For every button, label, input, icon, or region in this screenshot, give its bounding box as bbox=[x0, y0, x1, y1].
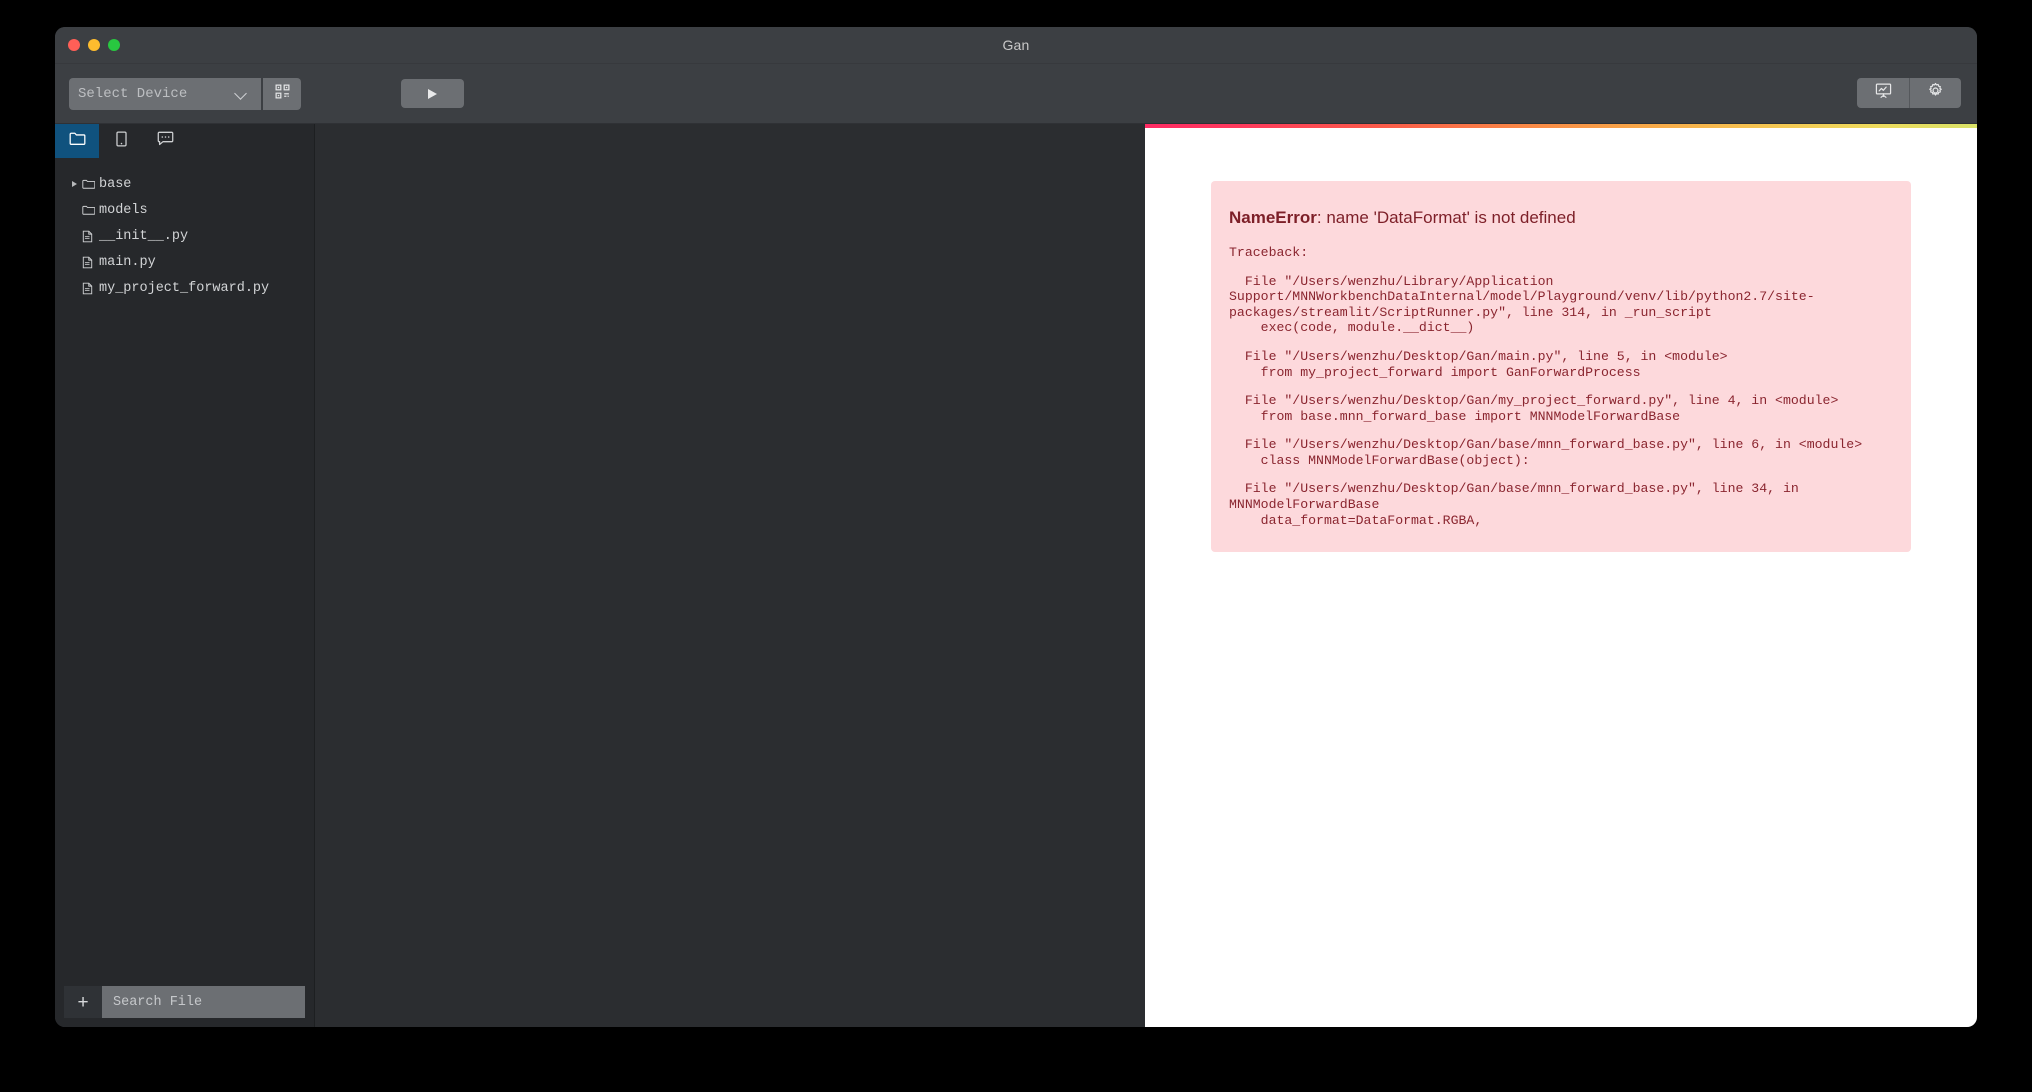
settings-button[interactable] bbox=[1909, 78, 1961, 108]
chevron-right-icon[interactable] bbox=[66, 181, 82, 187]
search-file-input[interactable] bbox=[102, 986, 305, 1018]
device-select[interactable]: Select Device bbox=[69, 77, 261, 110]
sidebar-tabs bbox=[55, 124, 314, 158]
tree-item-label: models bbox=[99, 202, 148, 218]
error-message: name 'DataFormat' is not defined bbox=[1326, 208, 1576, 227]
sidebar-item-messages[interactable] bbox=[143, 124, 187, 158]
sidebar-bottom-bar: + bbox=[55, 986, 314, 1018]
tree-item-my-project-forward-py[interactable]: my_project_forward.py bbox=[55, 275, 314, 301]
preview-content: NameError: name 'DataFormat' is not defi… bbox=[1145, 128, 1977, 553]
preview-pane: NameError: name 'DataFormat' is not defi… bbox=[1145, 124, 1977, 1027]
traceback-frame: File "/Users/wenzhu/Desktop/Gan/my_proje… bbox=[1244, 393, 1839, 424]
error-type: NameError bbox=[1229, 208, 1317, 227]
tree-item-models[interactable]: models bbox=[55, 197, 314, 223]
device-select-label: Select Device bbox=[78, 85, 188, 102]
sidebar: base models __init__.py main.py my_proje… bbox=[55, 124, 315, 1027]
traceback-frame: File "/Users/wenzhu/Library/Application … bbox=[1229, 273, 1815, 336]
chevron-down-icon bbox=[235, 87, 248, 100]
sidebar-item-devices[interactable] bbox=[99, 124, 143, 158]
folder-icon bbox=[82, 205, 99, 216]
sidebar-item-files[interactable] bbox=[55, 124, 99, 158]
file-icon bbox=[82, 256, 99, 269]
folder-icon bbox=[69, 131, 86, 151]
tree-item-label: my_project_forward.py bbox=[99, 280, 270, 296]
chat-bubble-icon bbox=[157, 131, 174, 151]
traceback-frame: File "/Users/wenzhu/Desktop/Gan/base/mnn… bbox=[1244, 437, 1863, 468]
window-title: Gan bbox=[1002, 37, 1030, 53]
qr-code-icon bbox=[275, 84, 290, 104]
qr-scan-button[interactable] bbox=[263, 77, 301, 110]
error-box: NameError: name 'DataFormat' is not defi… bbox=[1211, 181, 1911, 553]
tree-item-label: base bbox=[99, 176, 132, 192]
play-icon bbox=[428, 88, 437, 99]
file-icon bbox=[82, 230, 99, 243]
folder-icon bbox=[82, 179, 99, 190]
tree-item-label: __init__.py bbox=[99, 228, 189, 244]
presentation-chart-icon bbox=[1875, 82, 1892, 104]
file-tree: base models __init__.py main.py my_proje… bbox=[55, 158, 314, 986]
titlebar: Gan bbox=[55, 27, 1977, 64]
run-button[interactable] bbox=[401, 79, 464, 108]
add-file-button[interactable]: + bbox=[64, 986, 102, 1018]
toolbar-right-group bbox=[1857, 78, 1961, 108]
error-title: NameError: name 'DataFormat' is not defi… bbox=[1229, 207, 1889, 229]
file-icon bbox=[82, 282, 99, 295]
tree-item-label: main.py bbox=[99, 254, 156, 270]
presentation-board-button[interactable] bbox=[1857, 78, 1909, 108]
traceback-frame: File "/Users/wenzhu/Desktop/Gan/main.py"… bbox=[1244, 348, 1728, 380]
app-window: Gan Select Device base models __init__.p… bbox=[55, 27, 1977, 1027]
toolbar: Select Device bbox=[55, 64, 1977, 124]
tree-item-main-py[interactable]: main.py bbox=[55, 249, 314, 275]
gear-icon bbox=[1927, 82, 1944, 104]
mobile-device-icon bbox=[114, 130, 129, 152]
main-body: base models __init__.py main.py my_proje… bbox=[55, 124, 1977, 1027]
tree-item-base[interactable]: base bbox=[55, 171, 314, 197]
tree-item-init-py[interactable]: __init__.py bbox=[55, 223, 314, 249]
editor-pane[interactable] bbox=[315, 124, 1145, 1027]
error-separator: : bbox=[1316, 208, 1327, 227]
traceback-frame: File "/Users/wenzhu/Desktop/Gan/base/mnn… bbox=[1229, 481, 1799, 528]
traceback-label: Traceback: bbox=[1229, 245, 1309, 261]
